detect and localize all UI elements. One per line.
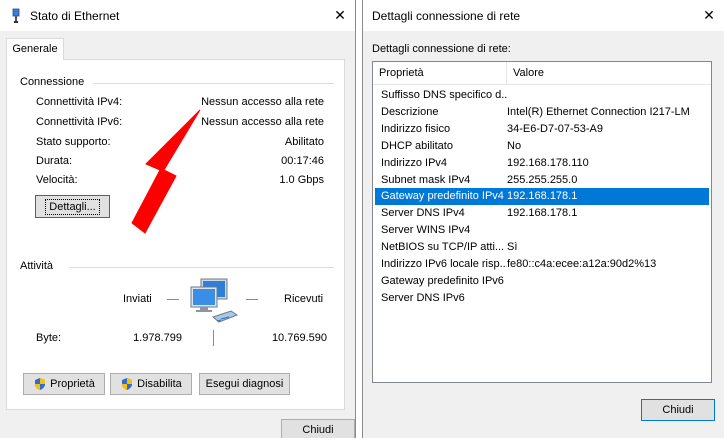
divider bbox=[93, 83, 334, 84]
table-row[interactable]: Indirizzo IPv4 192.168.178.110 bbox=[375, 155, 709, 172]
table-row[interactable]: NetBIOS su TCP/IP atti... Sì bbox=[375, 239, 709, 256]
divider bbox=[246, 299, 258, 300]
table-row[interactable]: Descrizione Intel(R) Ethernet Connection … bbox=[375, 104, 709, 121]
table-row[interactable]: Subnet mask IPv4 255.255.255.0 bbox=[375, 172, 709, 189]
connection-details-window: Dettagli connessione di rete ✕ Dettagli … bbox=[362, 0, 724, 438]
ipv6-value: Nessun accesso alla rete bbox=[201, 116, 324, 128]
divider bbox=[213, 330, 214, 346]
ipv4-value: Nessun accesso alla rete bbox=[201, 96, 324, 108]
ipv6-label: Connettività IPv6: bbox=[36, 116, 123, 128]
column-divider[interactable] bbox=[506, 62, 507, 84]
row-property: Indirizzo IPv4 bbox=[381, 156, 448, 169]
tab-general[interactable]: Generale bbox=[6, 38, 64, 60]
row-value: 192.168.178.110 bbox=[507, 156, 589, 169]
network-computers-icon bbox=[190, 278, 239, 323]
table-row[interactable]: Suffisso DNS specifico d... bbox=[375, 87, 709, 104]
details-list-label: Dettagli connessione di rete: bbox=[372, 43, 511, 55]
column-header-property[interactable]: Proprietà bbox=[379, 67, 424, 79]
media-state-value: Abilitato bbox=[284, 136, 324, 148]
activity-group-title: Attività bbox=[20, 260, 54, 272]
row-property: Server DNS IPv6 bbox=[381, 291, 465, 304]
row-property: DHCP abilitato bbox=[381, 139, 453, 152]
close-button-label: Chiudi bbox=[302, 424, 334, 436]
duration-value: 00:17:46 bbox=[281, 155, 324, 167]
row-property: Indirizzo IPv6 locale risp... bbox=[381, 258, 507, 270]
row-value: No bbox=[507, 139, 522, 152]
table-row[interactable]: Server DNS IPv6 bbox=[375, 290, 709, 307]
properties-button[interactable]: Proprietà bbox=[23, 373, 105, 395]
uac-shield-icon bbox=[122, 378, 133, 390]
bytes-label: Byte: bbox=[36, 332, 62, 344]
divider bbox=[167, 299, 179, 300]
speed-label: Velocità: bbox=[36, 174, 78, 186]
list-header: Proprietà Valore bbox=[373, 62, 711, 85]
row-value: 255.255.255.0 bbox=[507, 173, 578, 186]
details-button[interactable]: Dettagli... bbox=[35, 195, 110, 218]
row-property: Suffisso DNS specifico d... bbox=[381, 89, 507, 101]
row-property: Subnet mask IPv4 bbox=[381, 173, 471, 186]
disable-label: Disabilita bbox=[137, 378, 182, 390]
row-property: Indirizzo fisico bbox=[381, 122, 451, 135]
sent-label: Inviati bbox=[123, 293, 152, 305]
row-property: Server DNS IPv4 bbox=[381, 207, 465, 220]
received-label: Ricevuti bbox=[284, 293, 324, 305]
tab-panel: Connessione Connettività IPv4: Nessun ac… bbox=[6, 59, 345, 410]
table-row[interactable]: Indirizzo IPv6 locale risp... fe80::c4a:e… bbox=[375, 256, 709, 273]
row-value: Sì bbox=[507, 241, 518, 254]
details-close-label: Chiudi bbox=[662, 404, 694, 416]
table-row[interactable]: Gateway predefinito IPv6 bbox=[375, 273, 709, 290]
row-property: Descrizione bbox=[381, 105, 439, 118]
column-header-value[interactable]: Valore bbox=[513, 67, 544, 79]
row-value: fe80::c4a:ecee:a12a:90d2%13 bbox=[507, 258, 657, 270]
row-value: 34-E6-D7-07-53-A9 bbox=[507, 122, 603, 135]
details-list[interactable]: Proprietà Valore Suffisso DNS specifico … bbox=[372, 61, 712, 383]
bytes-sent: 1.978.799 bbox=[133, 332, 182, 344]
divider bbox=[69, 267, 334, 268]
diagnose-button[interactable]: Esegui diagnosi bbox=[199, 373, 290, 395]
table-row[interactable]: Indirizzo fisico 34-E6-D7-07-53-A9 bbox=[375, 121, 709, 138]
network-adapter-icon bbox=[12, 8, 20, 23]
diagnose-label: Esegui diagnosi bbox=[205, 378, 284, 390]
row-property: Gateway predefinito IPv6 bbox=[381, 274, 504, 287]
details-button-label: Dettagli... bbox=[45, 198, 100, 215]
ethernet-status-window: Stato di Ethernet ✕ Generale Connessione… bbox=[0, 0, 356, 438]
disable-button[interactable]: Disabilita bbox=[110, 373, 192, 395]
red-arrow-annotation bbox=[131, 109, 201, 234]
table-row[interactable]: Server WINS IPv4 bbox=[375, 222, 709, 239]
row-value: Intel(R) Ethernet Connection I217-LM bbox=[507, 105, 690, 118]
title-bar[interactable]: Dettagli connessione di rete ✕ bbox=[363, 0, 724, 31]
details-close-button[interactable]: Chiudi bbox=[641, 399, 715, 421]
row-property: Gateway predefinito IPv4 bbox=[381, 190, 504, 203]
media-state-label: Stato supporto: bbox=[36, 136, 111, 148]
title-bar[interactable]: Stato di Ethernet ✕ bbox=[0, 0, 355, 31]
uac-shield-icon bbox=[35, 378, 46, 390]
table-row[interactable]: Gateway predefinito IPv4 192.168.178.1 bbox=[375, 188, 709, 206]
speed-value: 1.0 Gbps bbox=[279, 174, 324, 186]
window-title: Dettagli connessione di rete bbox=[372, 9, 521, 23]
bytes-received: 10.769.590 bbox=[271, 332, 327, 344]
row-property: Server WINS IPv4 bbox=[381, 224, 471, 237]
close-icon[interactable]: ✕ bbox=[325, 0, 355, 31]
window-client: Generale Connessione Connettività IPv4: … bbox=[0, 31, 355, 438]
row-value: 192.168.178.1 bbox=[507, 207, 578, 220]
close-icon[interactable]: ✕ bbox=[694, 0, 724, 31]
window-client: Dettagli connessione di rete: Proprietà … bbox=[363, 31, 724, 438]
row-property: NetBIOS su TCP/IP atti... bbox=[381, 241, 505, 254]
row-value: 192.168.178.1 bbox=[507, 190, 578, 203]
window-title: Stato di Ethernet bbox=[30, 9, 120, 23]
table-row[interactable]: Server DNS IPv4 192.168.178.1 bbox=[375, 205, 709, 222]
properties-label: Proprietà bbox=[50, 378, 95, 390]
connection-group-title: Connessione bbox=[20, 76, 85, 88]
close-button[interactable]: Chiudi bbox=[281, 419, 355, 438]
table-row[interactable]: DHCP abilitato No bbox=[375, 138, 709, 155]
duration-label: Durata: bbox=[36, 155, 73, 167]
ipv4-label: Connettività IPv4: bbox=[36, 96, 123, 108]
